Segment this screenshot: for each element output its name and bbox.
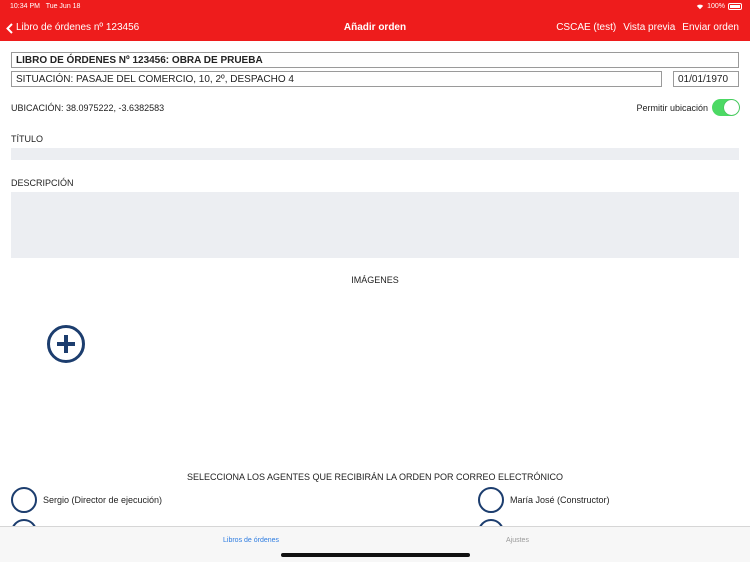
agents-label: SELECCIONA LOS AGENTES QUE RECIBIRÁN LA …	[186, 472, 564, 482]
cscae-button[interactable]: CSCAE (test)	[556, 21, 616, 35]
situation-field: SITUACIÓN: PASAJE DEL COMERCIO, 10, 2º, …	[11, 71, 662, 87]
send-order-button[interactable]: Enviar orden	[682, 21, 739, 35]
toggle-knob	[724, 100, 739, 115]
date-field[interactable]: 01/01/1970	[673, 71, 739, 87]
allow-location-toggle[interactable]	[712, 99, 740, 116]
back-button[interactable]: Libro de órdenes nº 123456	[6, 21, 139, 35]
radio-circle-icon	[11, 487, 37, 513]
home-indicator	[281, 553, 470, 557]
description-input[interactable]	[11, 192, 739, 258]
back-label: Libro de órdenes nº 123456	[16, 22, 140, 33]
radio-circle-icon	[478, 487, 504, 513]
allow-location-label: Permitir ubicación	[636, 103, 708, 113]
top-bar: 10:34 PM Tue Jun 18 100% Libro de órdene…	[0, 0, 750, 41]
battery-icon	[728, 3, 742, 10]
images-label: IMÁGENES	[351, 275, 399, 285]
status-time: 10:34 PM Tue Jun 18	[10, 3, 80, 10]
book-field: LIBRO DE ÓRDENES Nº 123456: OBRA DE PRUE…	[11, 52, 739, 68]
tab-order-books[interactable]: Libros de órdenes	[223, 537, 279, 544]
wifi-icon	[696, 4, 704, 10]
battery-percent: 100%	[707, 3, 725, 10]
title-label: TÍTULO	[11, 134, 44, 144]
status-date-text: Tue Jun 18	[45, 3, 81, 10]
chevron-left-icon	[6, 22, 13, 34]
location-text: UBICACIÓN: 38.0975222, -3.6382583	[11, 103, 165, 113]
description-label: DESCRIPCIÓN	[11, 178, 74, 188]
agent-option-1[interactable]: Sergio (Director de ejecución)	[11, 487, 162, 513]
agent-label: Sergio (Director de ejecución)	[43, 495, 163, 505]
nav-actions: CSCAE (test) Vista previa Enviar orden	[556, 21, 739, 35]
title-input[interactable]	[11, 148, 739, 160]
preview-button[interactable]: Vista previa	[623, 21, 675, 35]
agent-label: María José (Constructor)	[510, 495, 610, 505]
status-indicators: 100%	[696, 3, 742, 10]
agent-option-2[interactable]: María José (Constructor)	[478, 487, 610, 513]
add-image-button[interactable]	[47, 325, 85, 363]
tab-settings[interactable]: Ajustes	[506, 537, 529, 544]
status-time-text: 10:34 PM	[10, 3, 40, 10]
